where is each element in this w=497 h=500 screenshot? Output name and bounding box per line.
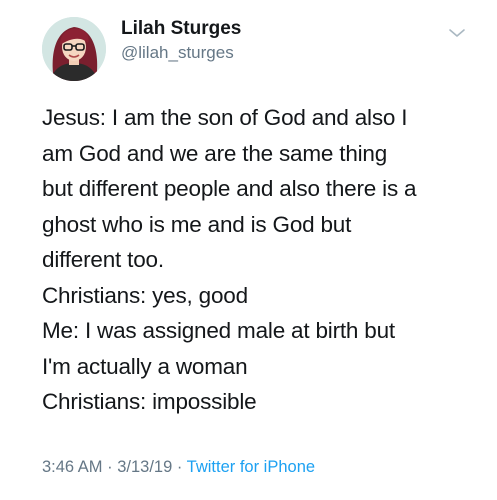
tweet-line: but different people and also there is a xyxy=(42,176,417,201)
tweet-line: I'm actually a woman xyxy=(42,353,248,379)
tweet-text: Jesus: I am the son of God and also I am… xyxy=(42,100,482,420)
profile-avatar-icon[interactable] xyxy=(42,17,106,81)
author-handle[interactable]: @lilah_sturges xyxy=(121,43,234,63)
tweet-date[interactable]: 3/13/19 xyxy=(117,458,172,476)
tweet-line: Christians: yes, good xyxy=(42,282,248,308)
tweet-line: am God and we are the same thing xyxy=(42,140,388,166)
tweet-line: Me: I was assigned male at birth but xyxy=(42,318,395,343)
tweet-metadata: 3:46 AM · 3/13/19 · Twitter for iPhone xyxy=(42,458,315,477)
meta-separator: · xyxy=(172,458,187,476)
tweet-line: different too. xyxy=(42,247,164,272)
author-display-name[interactable]: Lilah Sturges xyxy=(121,18,241,40)
tweet-source-link[interactable]: Twitter for iPhone xyxy=(187,458,315,476)
tweet-line: Jesus: I am the son of God and also I xyxy=(42,105,408,130)
meta-separator: · xyxy=(102,458,118,476)
tweet-card: Lilah Sturges @lilah_sturges Jesus: I am… xyxy=(0,0,497,500)
tweet-line: Christians: impossible xyxy=(42,389,257,414)
tweet-line: ghost who is me and is God but xyxy=(42,211,352,237)
tweet-time[interactable]: 3:46 AM xyxy=(42,458,103,476)
chevron-down-icon[interactable] xyxy=(448,26,466,38)
